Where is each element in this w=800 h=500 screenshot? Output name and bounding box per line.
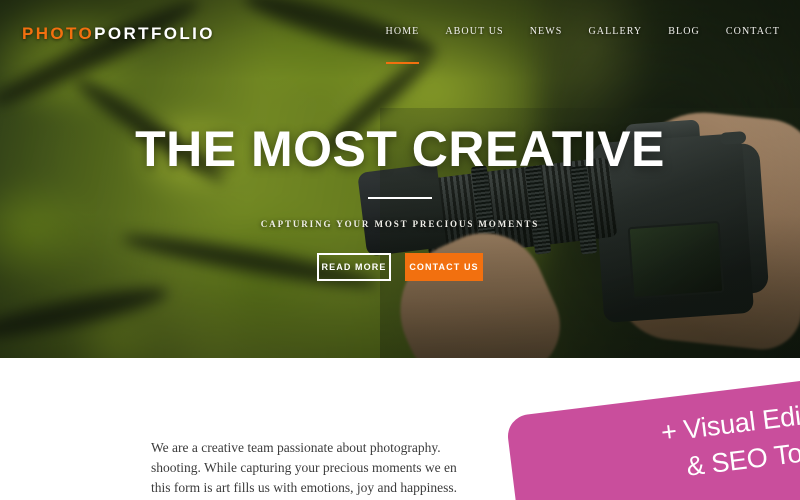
hero-title: THE MOST CREATIVE: [135, 121, 665, 177]
nav-item-contact[interactable]: CONTACT: [726, 26, 780, 41]
nav-item-news[interactable]: NEWS: [530, 26, 563, 41]
site-logo[interactable]: PHOTOPORTFOLIO: [22, 24, 215, 44]
hero-cta-group: READ MORE CONTACT US: [0, 253, 800, 281]
nav-item-about-us[interactable]: ABOUT US: [445, 26, 503, 41]
hero-subtitle: CAPTURING YOUR MOST PRECIOUS MOMENTS: [260, 219, 540, 229]
nav-item-blog[interactable]: BLOG: [668, 26, 700, 41]
read-more-button[interactable]: READ MORE: [317, 253, 391, 281]
page-root: PHOTOPORTFOLIO HOME ABOUT US NEWS GALLER…: [0, 0, 800, 500]
main-navigation: HOME ABOUT US NEWS GALLERY BLOG CONTACT: [385, 26, 781, 64]
hero-divider: [368, 197, 432, 199]
logo-word-photo: PHOTO: [22, 24, 95, 43]
contact-us-button[interactable]: CONTACT US: [405, 253, 483, 281]
nav-item-home[interactable]: HOME: [385, 26, 420, 64]
logo-word-portfolio: PORTFOLIO: [94, 24, 215, 43]
nav-item-gallery[interactable]: GALLERY: [588, 26, 642, 41]
site-header: PHOTOPORTFOLIO HOME ABOUT US NEWS GALLER…: [0, 0, 800, 70]
